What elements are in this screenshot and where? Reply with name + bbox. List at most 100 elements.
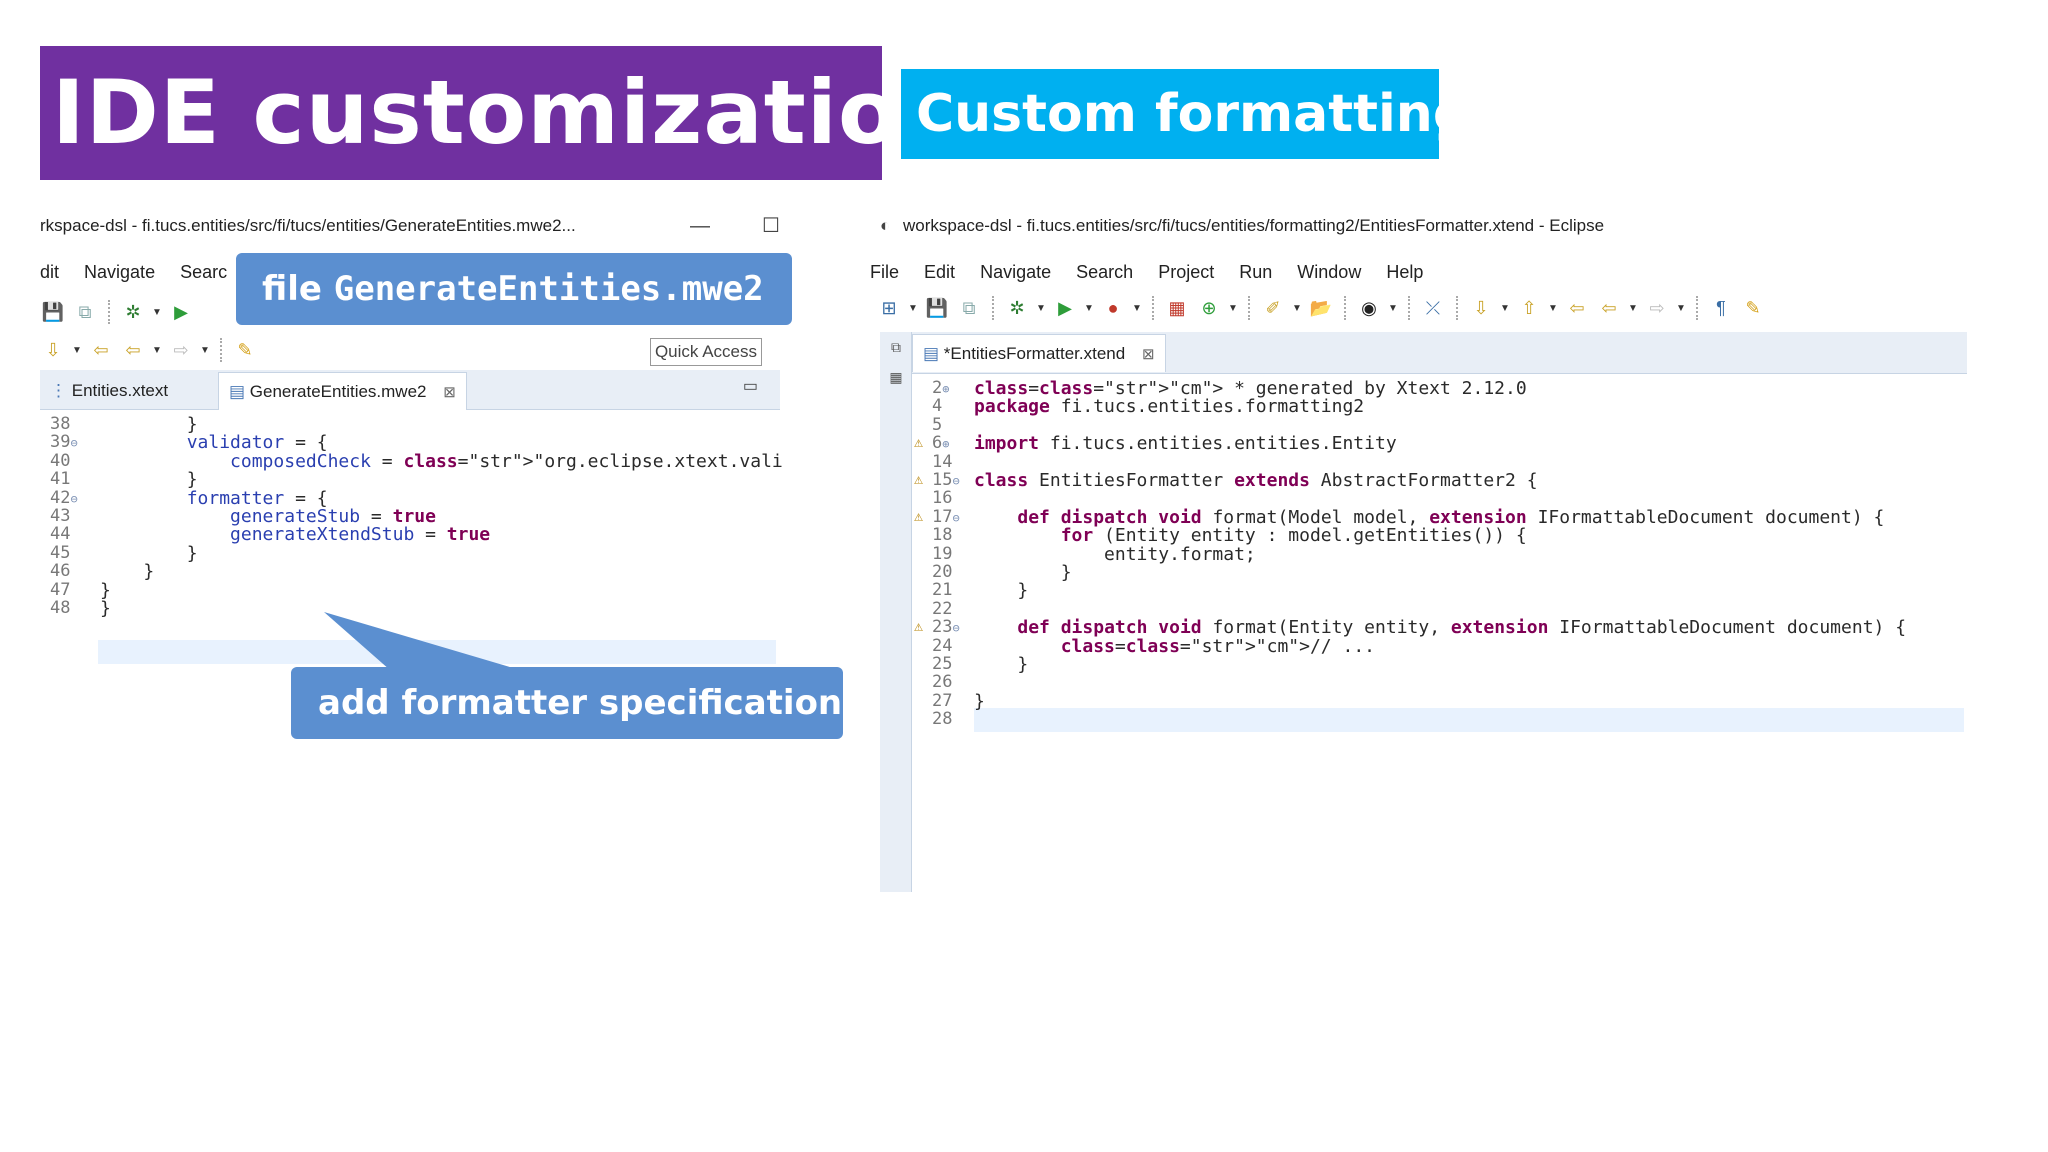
menu-navigate[interactable]: Navigate [980, 262, 1051, 282]
expand-icon[interactable]: ⊕ [942, 437, 949, 451]
last-edit-icon[interactable]: ⇦ [1564, 295, 1590, 321]
back-icon[interactable]: ⇦ [1596, 295, 1622, 321]
external-tools-icon[interactable]: ● [1100, 295, 1126, 321]
chevron-down-icon[interactable]: ▼ [1292, 303, 1302, 314]
toolbar-separator [1408, 296, 1410, 320]
right-menubar: File Edit Navigate Search Project Run Wi… [870, 252, 1970, 292]
debug-icon[interactable]: ✲ [1004, 295, 1030, 321]
next-annotation-icon[interactable]: ⇩ [1468, 295, 1494, 321]
forward-icon[interactable]: ⇨ [168, 337, 194, 363]
menu-edit[interactable]: dit [40, 262, 59, 282]
chevron-down-icon[interactable]: ▼ [152, 345, 162, 356]
line-number: 26 [932, 672, 953, 693]
warning-icon[interactable]: ⚠ [914, 433, 923, 451]
new-class-icon[interactable]: ⊕ [1196, 295, 1222, 321]
chevron-down-icon[interactable]: ▼ [1228, 303, 1238, 314]
chevron-down-icon[interactable]: ▼ [152, 307, 162, 318]
toolbar-separator [220, 338, 222, 362]
new-package-icon[interactable]: ▦ [1164, 295, 1190, 321]
fold-icon[interactable]: ⊖ [952, 474, 959, 488]
line-number: 5 [932, 414, 943, 435]
perspective-icon[interactable]: ◉ [1356, 295, 1382, 321]
package-explorer-icon[interactable]: ▦ [880, 362, 912, 392]
fold-icon[interactable]: ⊖ [952, 511, 959, 525]
menu-help[interactable]: Help [1386, 262, 1423, 282]
skip-breakpoints-icon[interactable]: ⤫ [1420, 295, 1446, 321]
chevron-down-icon[interactable]: ▼ [1628, 303, 1638, 314]
minimize-icon[interactable]: — [690, 200, 710, 252]
forward-icon[interactable]: ⇨ [1644, 295, 1670, 321]
warning-icon[interactable]: ⚠ [914, 507, 923, 525]
right-window-title: workspace-dsl - fi.tucs.entities/src/fi/… [903, 216, 1605, 235]
tab-label: *EntitiesFormatter.xtend [943, 344, 1126, 363]
pin-editor-icon[interactable]: ✎ [232, 337, 258, 363]
tab-generate-entities[interactable]: ▤ GenerateEntities.mwe2 ⊠ [218, 372, 467, 410]
menu-window[interactable]: Window [1297, 262, 1361, 282]
current-line-highlight [974, 708, 1964, 732]
restore-icon[interactable]: ⧉ [880, 332, 912, 362]
chevron-down-icon[interactable]: ▼ [200, 345, 210, 356]
pin-editor-icon[interactable]: ✎ [1740, 295, 1766, 321]
chevron-down-icon[interactable]: ▼ [1676, 303, 1686, 314]
close-icon[interactable]: ⊠ [1142, 346, 1155, 363]
save-all-icon[interactable]: ⧉ [72, 299, 98, 325]
fold-icon[interactable]: ⊖ [952, 621, 959, 635]
tab-entities-formatter[interactable]: ▤ *EntitiesFormatter.xtend ⊠ [912, 334, 1166, 372]
menu-search[interactable]: Searc [180, 262, 227, 282]
next-annotation-icon[interactable]: ⇩ [40, 337, 66, 363]
xtext-file-icon: ⋮ [50, 381, 67, 400]
slide-subtitle: Custom formatting [901, 69, 1439, 159]
code-line: import fi.tucs.entities.entities.Entity [974, 433, 1397, 455]
close-icon[interactable]: ⊠ [443, 384, 456, 401]
menu-file[interactable]: File [870, 262, 899, 282]
last-edit-icon[interactable]: ⇦ [88, 337, 114, 363]
line-number: 28 [932, 709, 953, 730]
chevron-down-icon[interactable]: ▼ [1084, 303, 1094, 314]
left-code-editor[interactable]: 38 } 39⊖ validator = {40 composedCheck = … [40, 412, 782, 700]
save-icon[interactable]: 💾 [40, 299, 66, 325]
menu-project[interactable]: Project [1158, 262, 1214, 282]
slide-title: IDE customizations [40, 46, 882, 180]
toolbar-separator [1152, 296, 1154, 320]
menu-search[interactable]: Search [1076, 262, 1133, 282]
save-icon[interactable]: 💾 [924, 295, 950, 321]
back-icon[interactable]: ⇦ [120, 337, 146, 363]
new-icon[interactable]: ⊞ [876, 295, 902, 321]
chevron-down-icon[interactable]: ▼ [908, 303, 918, 314]
open-folder-icon[interactable]: 📂 [1308, 295, 1334, 321]
chevron-down-icon[interactable]: ▼ [1036, 303, 1046, 314]
minimize-editor-icon[interactable]: ▭ [743, 376, 758, 396]
save-all-icon[interactable]: ⧉ [956, 295, 982, 321]
callout-add-formatter: add formatter specification [291, 667, 843, 739]
maximize-icon[interactable]: ☐ [762, 200, 780, 252]
chevron-down-icon[interactable]: ▼ [1500, 303, 1510, 314]
menu-navigate[interactable]: Navigate [84, 262, 155, 282]
fold-icon[interactable]: ⊖ [70, 436, 77, 450]
debug-icon[interactable]: ✲ [120, 299, 146, 325]
warning-icon[interactable]: ⚠ [914, 470, 923, 488]
fold-icon[interactable]: ⊖ [70, 492, 77, 506]
warning-icon[interactable]: ⚠ [914, 617, 923, 635]
mwe2-file-icon: ▤ [229, 382, 246, 401]
quick-access-field[interactable]: Quick Access [649, 338, 762, 366]
tab-entities-xtext[interactable]: ⋮ Entities.xtext [40, 372, 178, 410]
open-type-icon[interactable]: ✐ [1260, 295, 1286, 321]
chevron-down-icon[interactable]: ▼ [1548, 303, 1558, 314]
right-editor-tabs: ▤ *EntitiesFormatter.xtend ⊠ [912, 332, 1967, 374]
menu-run[interactable]: Run [1239, 262, 1272, 282]
toolbar-separator [992, 296, 994, 320]
menu-edit[interactable]: Edit [924, 262, 955, 282]
right-code-editor[interactable]: 2⊕ class=class="str">"cm"> * generated by… [912, 376, 1967, 895]
previous-annotation-icon[interactable]: ⇧ [1516, 295, 1542, 321]
show-whitespace-icon[interactable]: ¶ [1708, 295, 1734, 321]
chevron-down-icon[interactable]: ▼ [1132, 303, 1142, 314]
code-line: class EntitiesFormatter extends Abstract… [974, 470, 1538, 491]
chevron-down-icon[interactable]: ▼ [72, 345, 82, 356]
run-icon[interactable]: ▶ [168, 299, 194, 325]
chevron-down-icon[interactable]: ▼ [1388, 303, 1398, 314]
right-window-titlebar: ◐ workspace-dsl - fi.tucs.entities/src/f… [870, 200, 1970, 252]
expand-icon[interactable]: ⊕ [942, 382, 949, 396]
toolbar-separator [108, 300, 110, 324]
left-toolbar-2: ⇩ ▼ ⇦ ⇦ ▼ ⇨ ▼ ✎ Quick Access [40, 330, 782, 370]
run-icon[interactable]: ▶ [1052, 295, 1078, 321]
